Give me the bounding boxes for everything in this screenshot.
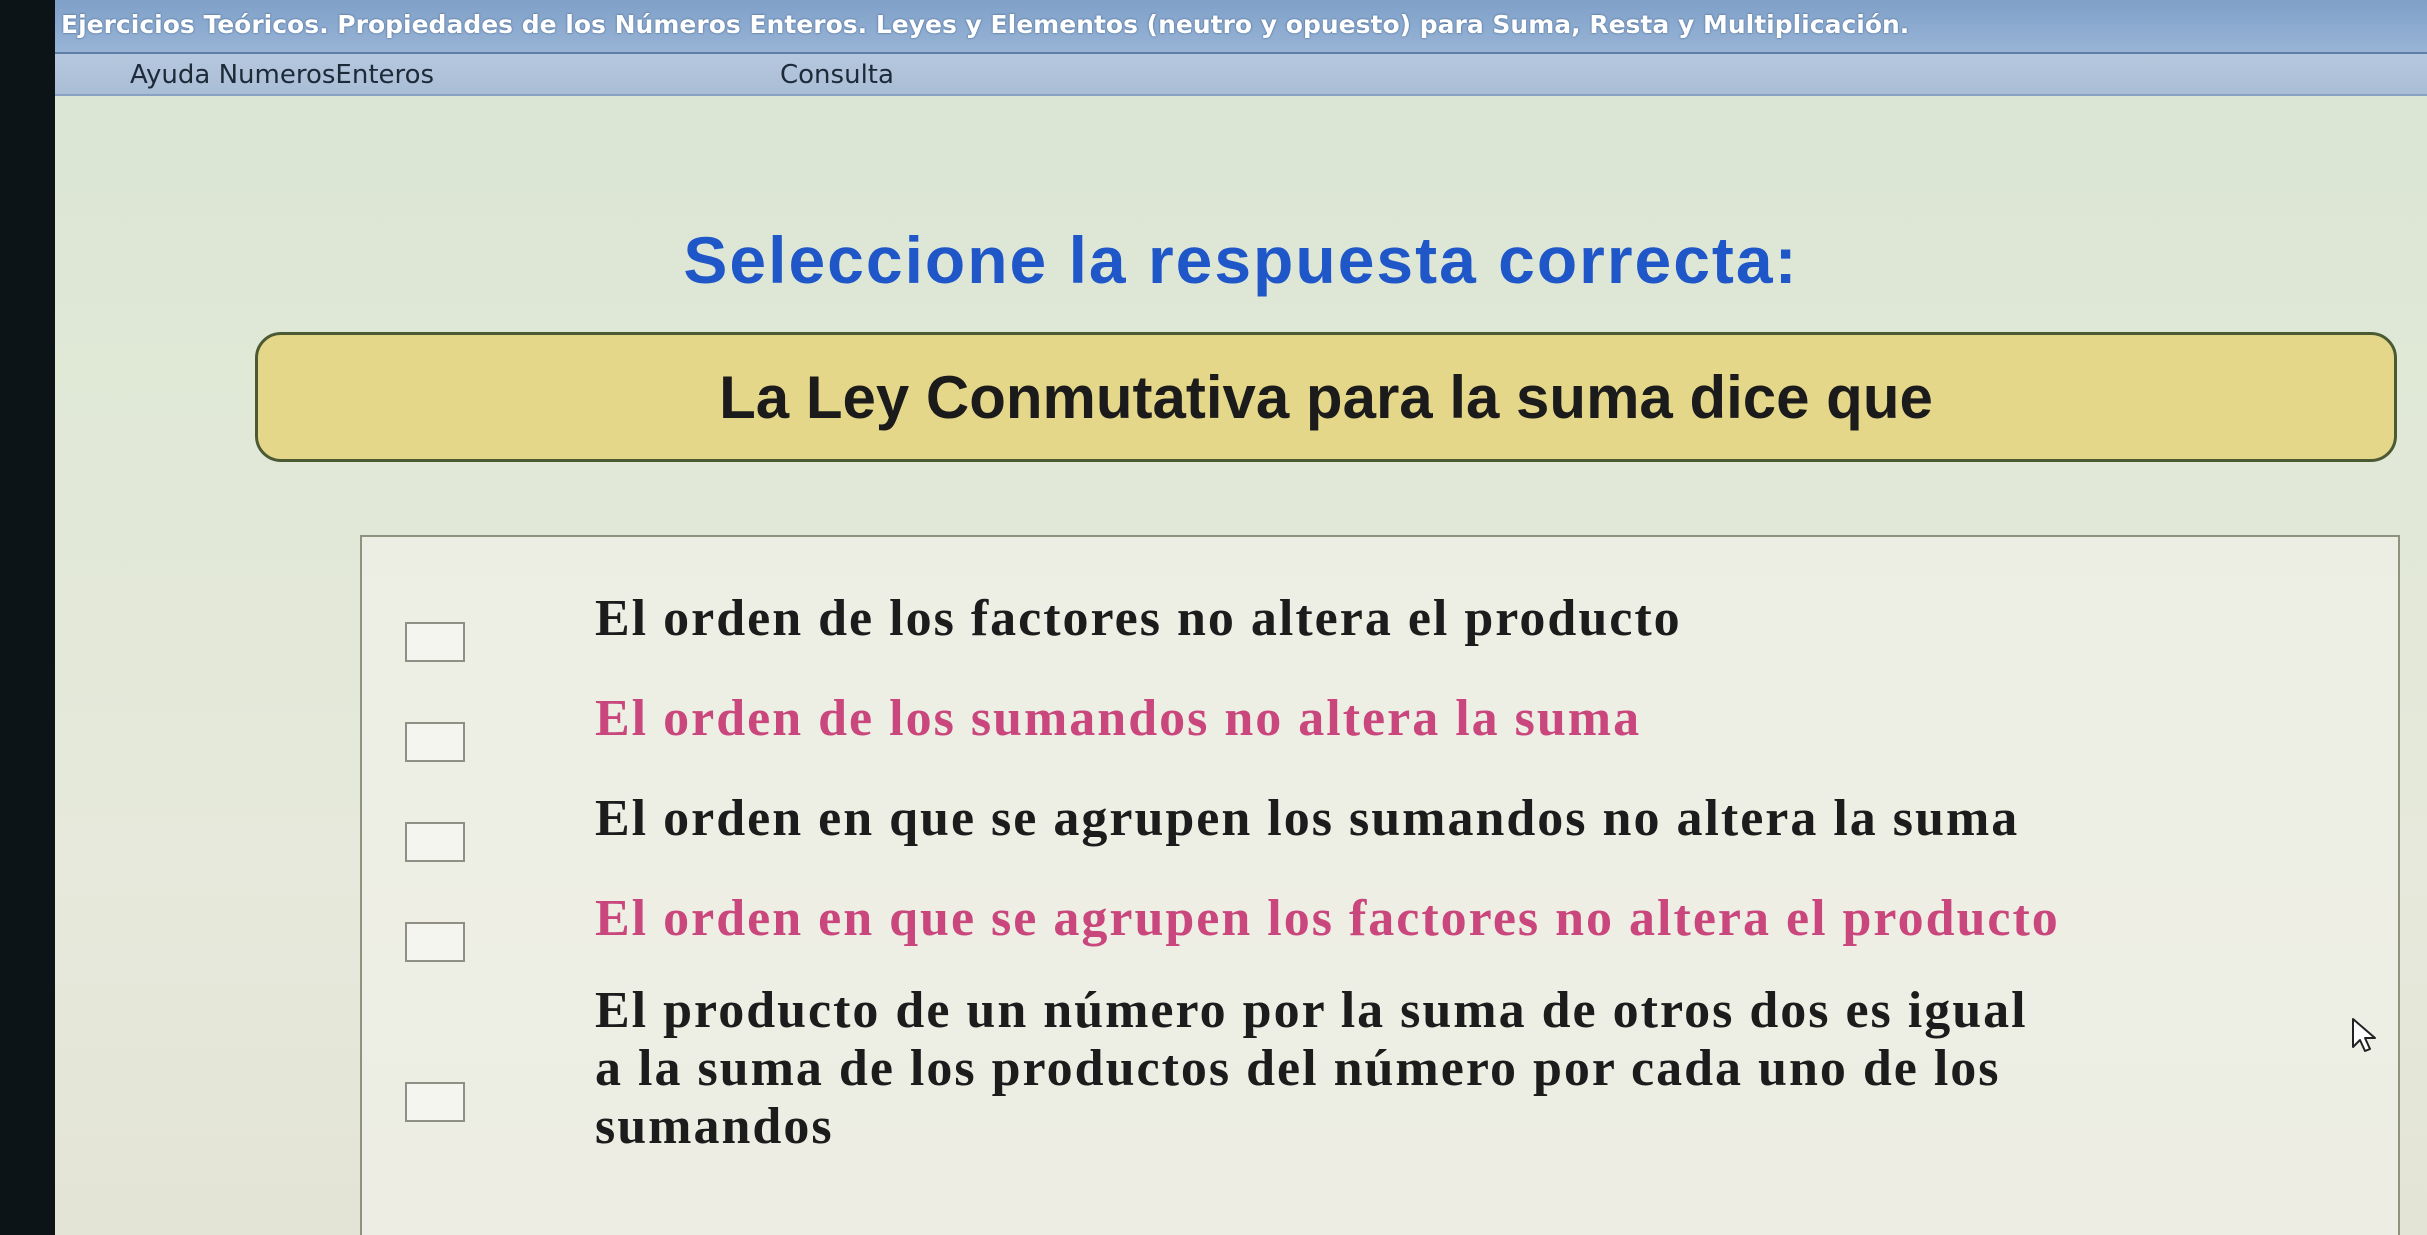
option-4-checkbox[interactable] bbox=[405, 922, 465, 962]
option-1-checkbox[interactable] bbox=[405, 622, 465, 662]
option-3-label[interactable]: El orden en que se agrupen los sumandos … bbox=[595, 790, 2019, 848]
option-1-line-1: El orden de los factores no altera el pr… bbox=[595, 590, 1682, 647]
question-text: La Ley Conmutativa para la suma dice que bbox=[719, 364, 1933, 431]
option-4-label[interactable]: El orden en que se agrupen los factores … bbox=[595, 890, 2060, 948]
option-4-line-1: El orden en que se agrupen los factores … bbox=[595, 890, 2060, 947]
option-3-checkbox[interactable] bbox=[405, 822, 465, 862]
option-5-line-2: a la suma de los productos del número po… bbox=[595, 1040, 2001, 1097]
option-5-checkbox[interactable] bbox=[405, 1082, 465, 1122]
window-title: Ejercicios Teóricos. Propiedades de los … bbox=[61, 10, 1910, 39]
option-5-line-3: sumandos bbox=[595, 1098, 834, 1155]
option-2-label[interactable]: El orden de los sumandos no altera la su… bbox=[595, 690, 1641, 748]
option-2-line-1: El orden de los sumandos no altera la su… bbox=[595, 690, 1642, 747]
option-5-line-1: El producto de un número por la suma de … bbox=[595, 982, 2028, 1039]
option-5-label[interactable]: El producto de un número por la suma de … bbox=[595, 982, 2028, 1156]
option-3-line-1: El orden en que se agrupen los sumandos … bbox=[595, 790, 2020, 847]
title-bar: Ejercicios Teóricos. Propiedades de los … bbox=[55, 0, 2427, 54]
option-1-label[interactable]: El orden de los factores no altera el pr… bbox=[595, 590, 1682, 648]
menu-item-consulta[interactable]: Consulta bbox=[780, 60, 894, 90]
page-heading: Seleccione la respuesta correcta: bbox=[683, 223, 1799, 297]
question-box: La Ley Conmutativa para la suma dice que bbox=[255, 332, 2397, 462]
menu-bar: Ayuda NumerosEnteros Consulta bbox=[55, 54, 2427, 96]
mouse-pointer-icon bbox=[2352, 1018, 2376, 1052]
menu-item-ayuda[interactable]: Ayuda NumerosEnteros bbox=[130, 60, 434, 90]
app-window: Ejercicios Teóricos. Propiedades de los … bbox=[55, 0, 2427, 1235]
option-2-checkbox[interactable] bbox=[405, 722, 465, 762]
